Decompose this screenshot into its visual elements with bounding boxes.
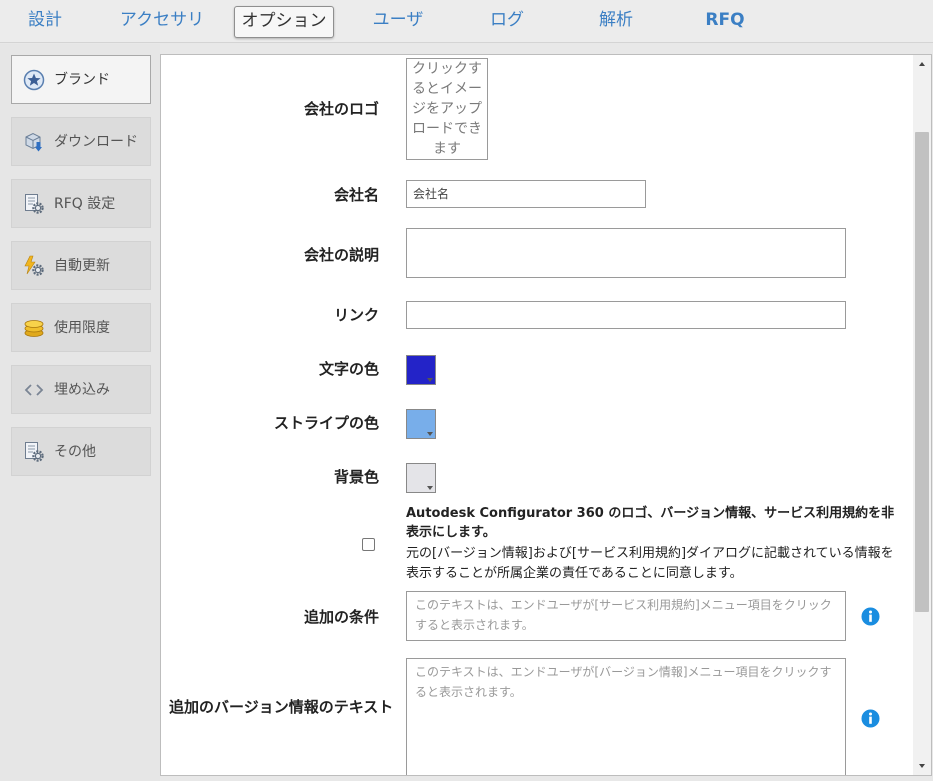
link-label: リンク bbox=[333, 306, 379, 324]
tab-accessories[interactable]: アクセサリ bbox=[110, 6, 214, 36]
dropdown-arrow-icon bbox=[427, 486, 433, 490]
sidebar-item-label: ブランド bbox=[54, 72, 110, 88]
tab-design[interactable]: 設計 bbox=[18, 6, 72, 36]
top-nav: 設計 アクセサリ オプション ユーザ ログ 解析 RFQ bbox=[0, 0, 933, 43]
scrollbar-thumb[interactable] bbox=[915, 132, 929, 612]
text-color-picker[interactable] bbox=[406, 355, 436, 385]
tab-rfq[interactable]: RFQ bbox=[696, 6, 754, 36]
scroll-up-arrow-icon[interactable] bbox=[913, 55, 931, 73]
stripe-color-picker[interactable] bbox=[406, 409, 436, 439]
sidebar-item-other[interactable]: その他 bbox=[11, 427, 151, 476]
sidebar-item-label: その他 bbox=[54, 444, 96, 460]
company-name-input[interactable]: 会社名 bbox=[406, 180, 646, 208]
background-color-picker[interactable] bbox=[406, 463, 436, 493]
hide-branding-checkbox[interactable] bbox=[362, 538, 375, 551]
additional-version-label: 追加のバージョン情報のテキスト bbox=[169, 698, 394, 716]
dropdown-arrow-icon bbox=[427, 378, 433, 382]
background-color-label: 背景色 bbox=[333, 468, 379, 486]
document-gear-icon bbox=[25, 442, 44, 462]
logo-upload-hint: クリックするとイメージをアップロードできます bbox=[412, 61, 482, 157]
sidebar: ブランド ダウンロード RFQ 設定 自動更新 使用限度 埋め込み その他 bbox=[0, 44, 160, 781]
sidebar-item-label: ダウンロード bbox=[54, 134, 138, 150]
info-icon[interactable] bbox=[861, 607, 880, 626]
link-input[interactable] bbox=[406, 301, 846, 329]
vertical-scrollbar[interactable] bbox=[913, 55, 931, 775]
coins-icon bbox=[24, 320, 44, 337]
additional-version-input[interactable]: このテキストは、エンドユーザが[バージョン情報]メニュー項目をクリックすると表示… bbox=[406, 658, 846, 775]
info-icon[interactable] bbox=[861, 709, 880, 728]
sidebar-item-usage-limit[interactable]: 使用限度 bbox=[11, 303, 151, 352]
tab-log[interactable]: ログ bbox=[478, 6, 536, 36]
sidebar-item-rfq-settings[interactable]: RFQ 設定 bbox=[11, 179, 151, 228]
additional-terms-input[interactable]: このテキストは、エンドユーザが[サービス利用規約]メニュー項目をクリックすると表… bbox=[406, 591, 846, 641]
document-gear-icon bbox=[25, 194, 44, 214]
sidebar-item-label: 埋め込み bbox=[54, 382, 110, 398]
logo-label: 会社のロゴ bbox=[303, 100, 379, 118]
sidebar-item-brand[interactable]: ブランド bbox=[11, 55, 151, 104]
star-badge-icon bbox=[23, 69, 45, 91]
company-description-label: 会社の説明 bbox=[303, 246, 379, 264]
sidebar-item-label: 使用限度 bbox=[54, 320, 110, 336]
logo-upload-area[interactable]: クリックするとイメージをアップロードできます bbox=[406, 58, 488, 160]
hide-branding-title: Autodesk Configurator 360 のロゴ、バージョン情報、サー… bbox=[406, 506, 895, 540]
company-name-label: 会社名 bbox=[333, 186, 379, 204]
lightning-gear-icon bbox=[24, 255, 44, 276]
company-description-input[interactable] bbox=[406, 228, 846, 278]
sidebar-item-embed[interactable]: 埋め込み bbox=[11, 365, 151, 414]
tab-analysis[interactable]: 解析 bbox=[588, 6, 644, 36]
download-cube-icon bbox=[25, 132, 42, 152]
sidebar-item-auto-update[interactable]: 自動更新 bbox=[11, 241, 151, 290]
dropdown-arrow-icon bbox=[427, 432, 433, 436]
hide-branding-note: 元の[バージョン情報]および[サービス利用規約]ダイアログに記載されている情報を… bbox=[406, 546, 894, 581]
sidebar-item-label: 自動更新 bbox=[54, 258, 110, 274]
tab-options[interactable]: オプション bbox=[234, 6, 334, 38]
additional-terms-label: 追加の条件 bbox=[303, 608, 379, 626]
stripe-color-label: ストライプの色 bbox=[273, 414, 379, 432]
brand-options-panel: 会社のロゴ クリックするとイメージをアップロードできます 会社名 会社名 会社の… bbox=[160, 54, 932, 776]
sidebar-item-label: RFQ 設定 bbox=[54, 196, 116, 212]
code-brackets-icon bbox=[24, 384, 44, 396]
scroll-down-arrow-icon[interactable] bbox=[913, 757, 931, 775]
sidebar-item-download[interactable]: ダウンロード bbox=[11, 117, 151, 166]
text-color-label: 文字の色 bbox=[318, 360, 379, 378]
tab-users[interactable]: ユーザ bbox=[362, 6, 434, 36]
